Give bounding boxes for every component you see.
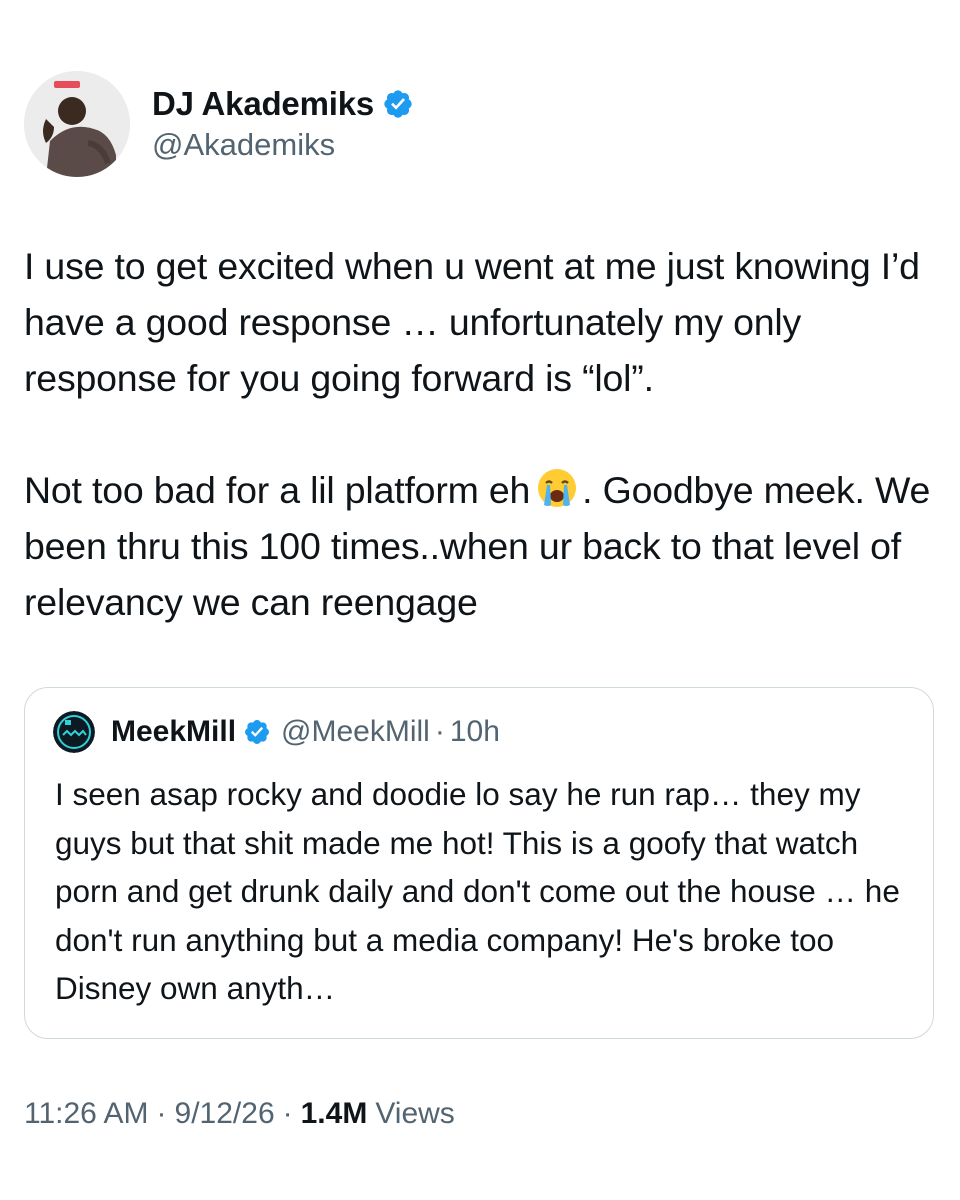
tweet-text: I use to get excited when u went at me j… xyxy=(24,238,944,630)
quoted-author-display-name[interactable]: MeekMill xyxy=(111,715,236,749)
tweet-header: DJ Akademiks @Akademiks xyxy=(24,70,414,178)
meta-separator: · xyxy=(156,1097,167,1130)
quoted-author-avatar[interactable] xyxy=(53,711,95,753)
quoted-tweet-card[interactable]: MeekMill @MeekMill · 10h I seen asap roc… xyxy=(24,687,934,1039)
tweet-paragraph-1: I use to get excited when u went at me j… xyxy=(24,245,920,399)
quoted-avatar-image xyxy=(53,711,95,753)
meta-separator: · xyxy=(282,1097,293,1130)
quoted-timestamp[interactable]: 10h xyxy=(450,715,500,749)
quoted-tweet-text: I seen asap rocky and doodie lo say he r… xyxy=(55,776,900,1007)
views-label: Views xyxy=(375,1097,455,1130)
tweet-metadata: 11:26 AM · 9/12/26 · 1.4M Views xyxy=(24,1097,455,1131)
loudly-crying-face-emoji-icon xyxy=(536,467,578,509)
quoted-verified-badge-icon xyxy=(243,718,271,746)
tweet-paragraph-2: Not too bad for a lil platform eh . Good… xyxy=(24,462,944,630)
tweet-paragraph-2-start: Not too bad for a lil platform eh xyxy=(24,469,531,511)
tweet-date[interactable]: 9/12/26 xyxy=(175,1097,275,1131)
author-display-name[interactable]: DJ Akademiks xyxy=(152,85,374,123)
author-handle[interactable]: @Akademiks xyxy=(152,127,414,163)
quoted-tweet-header: MeekMill @MeekMill · 10h xyxy=(53,710,500,754)
quoted-separator: · xyxy=(434,715,445,748)
author-avatar[interactable] xyxy=(24,71,130,177)
views-count[interactable]: 1.4M xyxy=(301,1097,368,1131)
quoted-author-handle[interactable]: @MeekMill xyxy=(281,715,430,749)
avatar-image xyxy=(24,71,130,177)
tweet-time[interactable]: 11:26 AM xyxy=(24,1097,149,1131)
verified-badge-icon xyxy=(382,88,414,120)
